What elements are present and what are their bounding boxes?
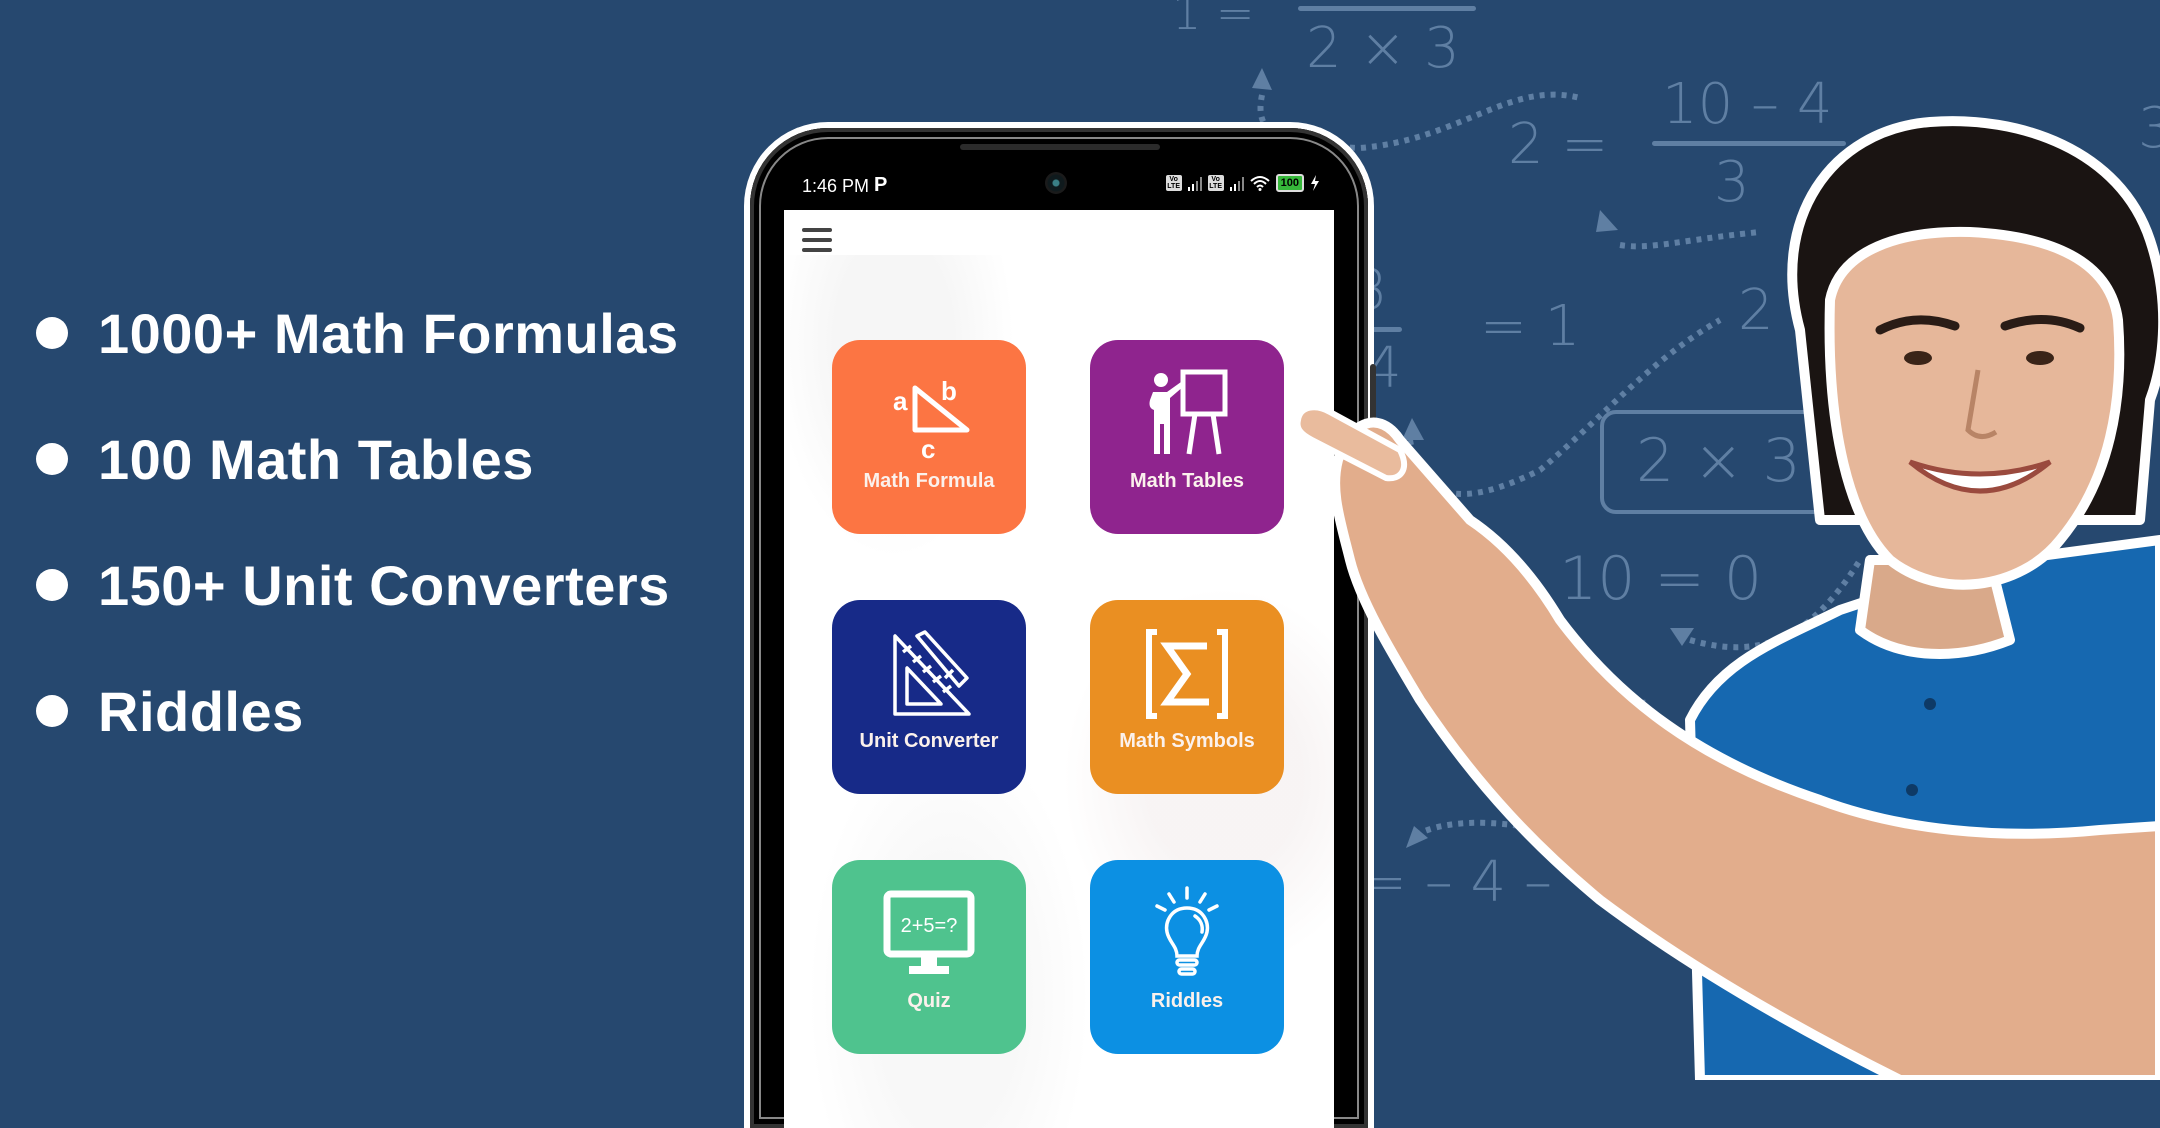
parking-notification-icon: P (874, 174, 888, 196)
phone-speaker (960, 144, 1160, 150)
triangle-abc-icon: a b c (893, 376, 970, 462)
wifi-icon (1249, 176, 1270, 191)
arrow-head-4 (1670, 628, 1694, 646)
volte-icon: Vo LTE (1207, 175, 1224, 191)
signal-icon (1187, 175, 1202, 191)
volte-icon: Vo LTE (1165, 175, 1182, 191)
front-camera (1045, 172, 1067, 194)
phone-mockup: 1:46 PM P Vo LTE Vo LTE 100 a b c Math F… (750, 128, 1376, 1128)
hamburger-menu-icon[interactable] (802, 226, 832, 254)
tile-label: Math Symbols (1119, 730, 1255, 752)
status-time: 1:46 PM (802, 176, 870, 196)
arrow-head-3 (1402, 418, 1424, 440)
svg-text:c: c (921, 434, 935, 462)
monitor-quiz-icon: 2+5=? (883, 890, 975, 974)
dotted-path-2 (1619, 229, 1761, 250)
charging-icon (1311, 175, 1319, 191)
tile-label: Unit Converter (859, 730, 999, 752)
tile-math-formula[interactable]: a b c Math Formula (832, 340, 1026, 534)
feature-label: 100 Math Tables (98, 427, 534, 491)
bullet-icon (36, 317, 68, 349)
tile-unit-converter[interactable]: Unit Converter (832, 600, 1026, 794)
teacher-board-icon (1149, 369, 1228, 455)
signal-icon (1229, 175, 1244, 191)
feature-item: 150+ Unit Converters (36, 522, 679, 648)
tile-label: Quiz (907, 990, 951, 1012)
feature-label: 1000+ Math Formulas (98, 301, 679, 365)
tile-label: Math Formula (863, 470, 995, 492)
dotted-path-3 (1407, 317, 1722, 497)
feature-item: 1000+ Math Formulas (36, 270, 679, 396)
status-icons: Vo LTE Vo LTE 100 (1165, 174, 1320, 192)
arrow-head-1 (1252, 68, 1272, 90)
arrow-head-5 (1406, 826, 1428, 848)
feature-item: Riddles (36, 648, 679, 774)
sigma-icon (1146, 629, 1228, 719)
quiz-icon-text: 2+5=? (901, 915, 958, 937)
dotted-path-5 (1414, 819, 1521, 838)
tile-quiz[interactable]: 2+5=? Quiz (832, 860, 1026, 1054)
arrow-head-2 (1596, 210, 1618, 232)
feature-label: 150+ Unit Converters (98, 553, 670, 617)
feature-item: 100 Math Tables (36, 396, 679, 522)
feature-label: Riddles (98, 679, 304, 743)
phone-screen: 1:46 PM P Vo LTE Vo LTE 100 a b c Math F… (784, 162, 1334, 1128)
feature-list: 1000+ Math Formulas 100 Math Tables 150+… (36, 270, 679, 774)
bullet-icon (36, 569, 68, 601)
phone-side-button (1370, 364, 1376, 464)
tile-riddles[interactable]: Riddles (1090, 860, 1284, 1054)
svg-text:b: b (941, 376, 957, 406)
feature-grid: a b c Math Formula Math Tables Unit Conv… (832, 340, 1284, 1054)
lightbulb-icon (1155, 886, 1219, 976)
bullet-icon (36, 443, 68, 475)
battery-icon: 100 (1275, 174, 1304, 192)
tile-math-tables[interactable]: Math Tables (1090, 340, 1284, 534)
tile-math-symbols[interactable]: Math Symbols (1090, 600, 1284, 794)
bullet-icon (36, 695, 68, 727)
tile-label: Math Tables (1129, 470, 1245, 492)
dotted-path-4 (1689, 558, 1863, 651)
app-home-screen: a b c Math Formula Math Tables Unit Conv… (784, 210, 1334, 1128)
svg-text:a: a (893, 386, 908, 416)
tile-label: Riddles (1150, 990, 1224, 1012)
ruler-pencil-icon (893, 630, 971, 716)
